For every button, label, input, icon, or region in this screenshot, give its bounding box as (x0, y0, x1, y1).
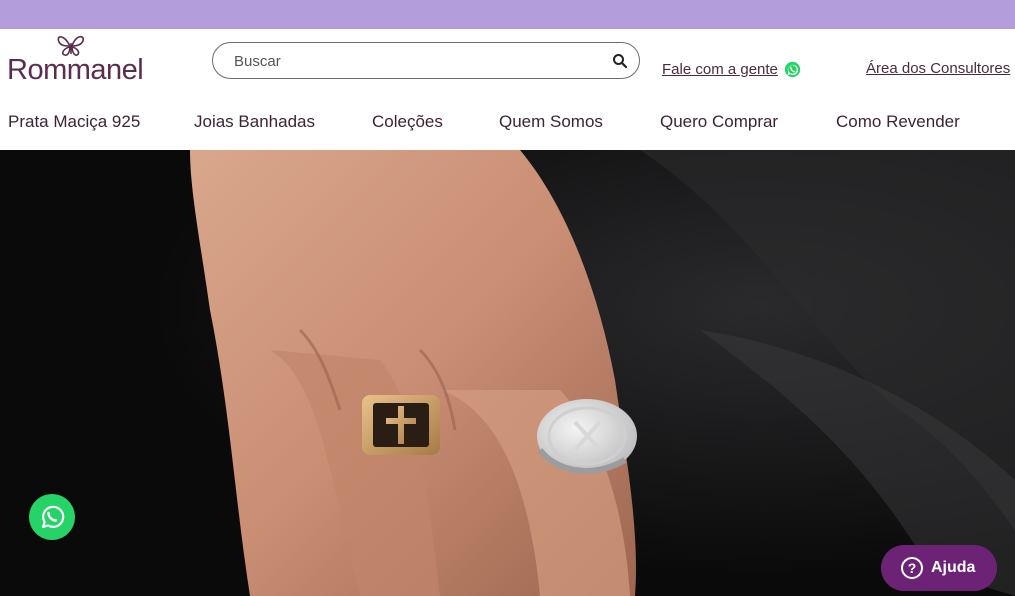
nav-item-como-revender[interactable]: Como Revender (836, 112, 960, 132)
nav-item-prata-macica[interactable]: Prata Maciça 925 (8, 112, 140, 132)
site-header: Rommanel Fale com a gente Área dos Consu… (0, 29, 1015, 150)
nav-item-colecoes[interactable]: Coleções (372, 112, 443, 132)
hero-image (0, 150, 1015, 596)
whatsapp-float-button[interactable] (29, 494, 75, 540)
contact-link-group[interactable]: Fale com a gente (662, 59, 801, 79)
search-input[interactable] (234, 51, 594, 71)
logo-text: Rommanel (7, 54, 144, 86)
search-icon[interactable] (611, 52, 629, 70)
nav-item-quem-somos[interactable]: Quem Somos (499, 112, 603, 132)
hero-banner[interactable] (0, 150, 1015, 596)
whatsapp-icon (784, 61, 801, 77)
consultants-area-link[interactable]: Área dos Consultores (866, 60, 1010, 77)
nav-item-quero-comprar[interactable]: Quero Comprar (660, 112, 778, 132)
help-label: Ajuda (931, 559, 976, 576)
question-icon: ? (901, 557, 923, 579)
help-button[interactable]: ? Ajuda (881, 545, 997, 591)
nav-item-joias-banhadas[interactable]: Joias Banhadas (194, 112, 315, 132)
logo[interactable]: Rommanel (7, 32, 157, 87)
top-band (0, 0, 1015, 29)
search-bar (212, 42, 640, 79)
whatsapp-icon (41, 505, 65, 529)
contact-link[interactable]: Fale com a gente (662, 61, 778, 78)
